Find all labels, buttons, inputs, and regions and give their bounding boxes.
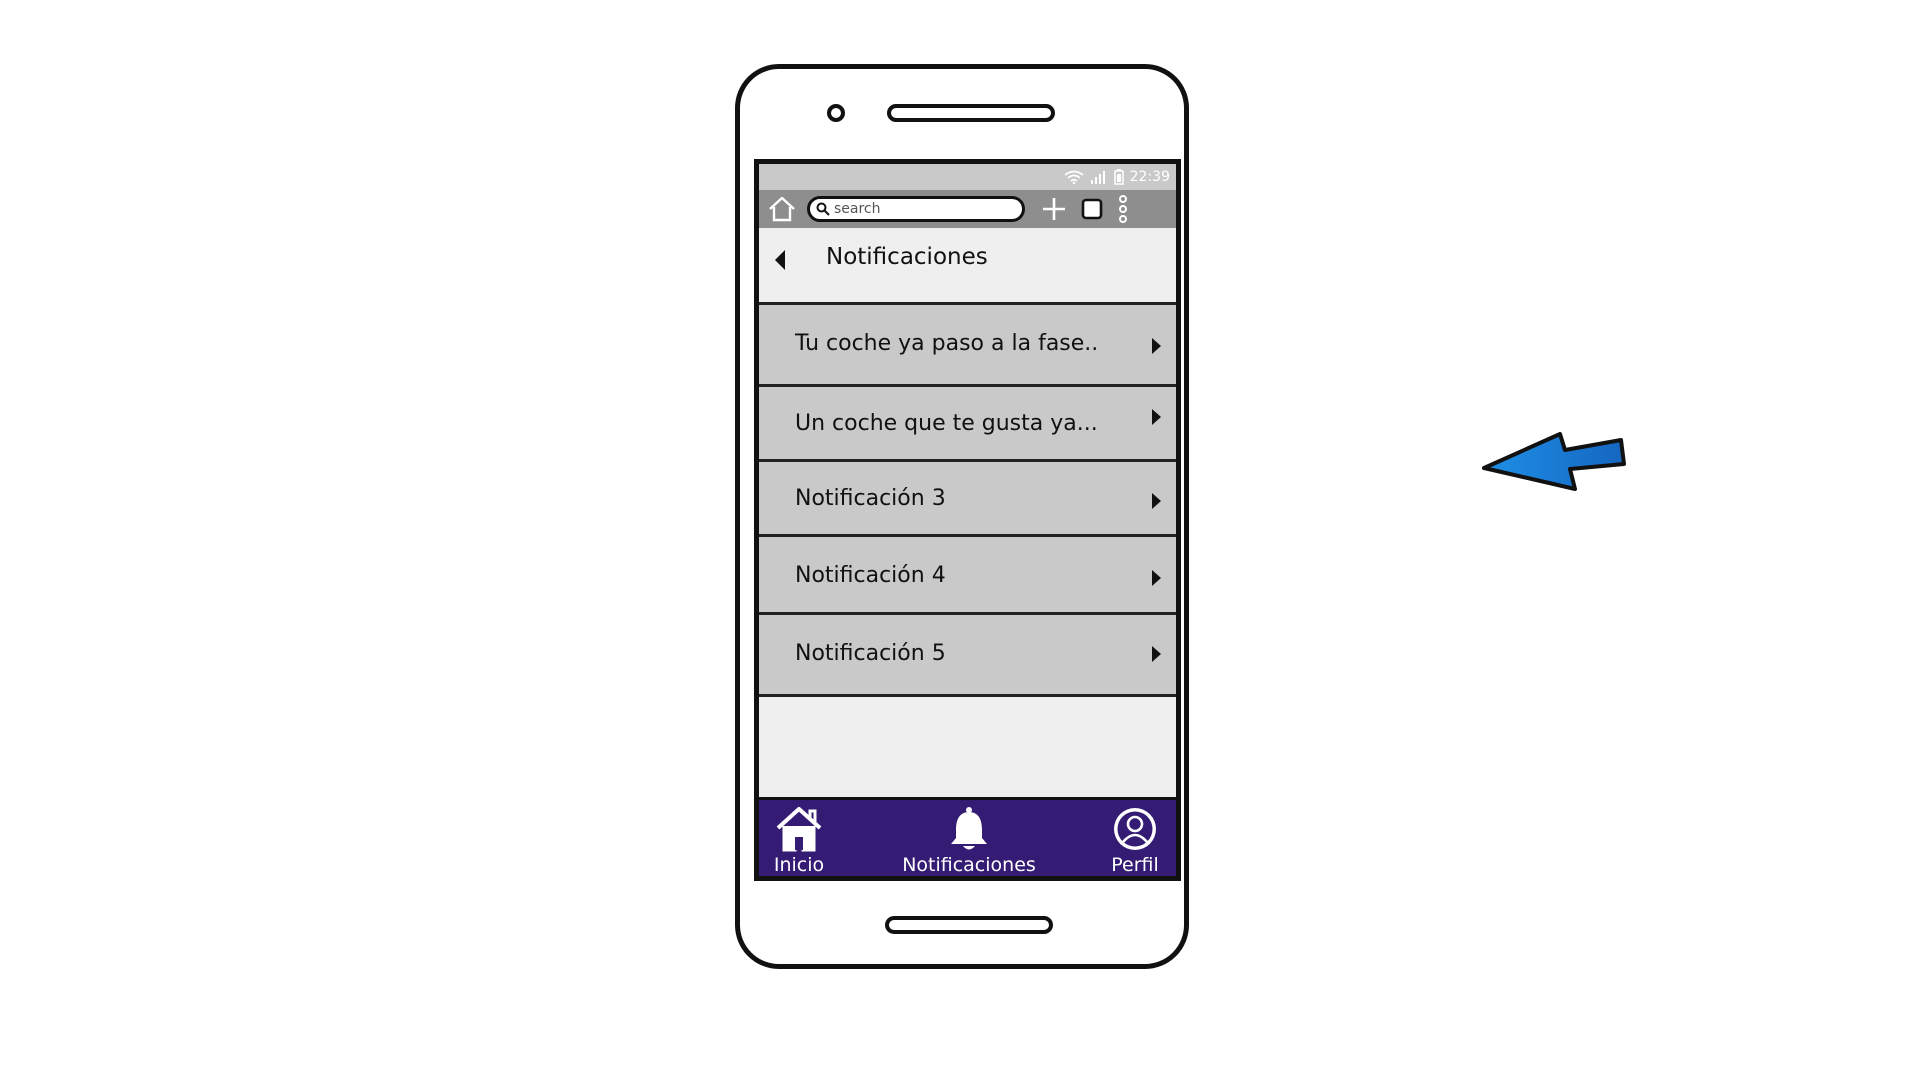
bottom-navigation: Inicio Notificaciones Perfil bbox=[759, 797, 1176, 876]
notification-label: Notificación 5 bbox=[795, 641, 946, 666]
page-title: Notificaciones bbox=[826, 244, 988, 270]
hardware-home-button[interactable] bbox=[885, 916, 1053, 934]
notification-item[interactable]: Un coche que te gusta ya... bbox=[759, 384, 1176, 462]
chevron-right-icon bbox=[1152, 338, 1161, 354]
more-vertical-icon bbox=[1119, 195, 1127, 223]
nav-item-notificaciones[interactable]: Notificaciones bbox=[894, 800, 1044, 876]
home-icon bbox=[769, 196, 795, 222]
search-input[interactable] bbox=[830, 201, 1004, 217]
browser-toolbar bbox=[759, 190, 1176, 228]
browser-search-box[interactable] bbox=[807, 196, 1025, 222]
status-time: 22:39 bbox=[1129, 169, 1170, 185]
notification-label: Notificación 4 bbox=[795, 563, 946, 588]
user-circle-icon bbox=[1114, 808, 1156, 850]
back-triangle-icon bbox=[775, 250, 785, 270]
notification-item[interactable]: Notificación 5 bbox=[759, 612, 1176, 697]
speaker-slot bbox=[887, 104, 1055, 122]
notification-label: Tu coche ya paso a la fase.. bbox=[795, 331, 1099, 356]
camera-icon bbox=[827, 104, 845, 122]
back-button[interactable] bbox=[771, 248, 791, 272]
browser-home-button[interactable] bbox=[759, 190, 805, 228]
tabs-icon bbox=[1081, 198, 1103, 220]
chevron-right-icon bbox=[1152, 493, 1161, 509]
canvas: 22:39 search Notificaciones Tu coche ya … bbox=[0, 0, 1920, 1080]
nav-item-inicio[interactable]: Inicio bbox=[767, 800, 831, 876]
chevron-right-icon bbox=[1152, 646, 1161, 662]
chevron-right-icon bbox=[1152, 570, 1161, 586]
phone-screen: 22:39 search Notificaciones Tu coche ya … bbox=[754, 159, 1181, 881]
new-tab-button[interactable] bbox=[1035, 190, 1073, 228]
notification-item[interactable]: Tu coche ya paso a la fase.. bbox=[759, 302, 1176, 387]
status-bar: 22:39 bbox=[759, 164, 1176, 190]
notification-label: Un coche que te gusta ya... bbox=[795, 411, 1098, 436]
nav-label: Notificaciones bbox=[902, 854, 1036, 876]
bell-icon bbox=[951, 807, 987, 850]
chevron-right-icon bbox=[1152, 409, 1161, 425]
signal-icon bbox=[1090, 170, 1108, 184]
page-header: Notificaciones bbox=[759, 228, 1176, 302]
browser-menu-button[interactable] bbox=[1111, 190, 1135, 228]
wifi-icon bbox=[1064, 170, 1084, 184]
pointer-arrow-icon bbox=[1482, 432, 1626, 491]
notification-item[interactable]: Notificación 3 bbox=[759, 459, 1176, 537]
search-icon bbox=[816, 202, 830, 216]
house-icon bbox=[776, 807, 822, 852]
notification-label: Notificación 3 bbox=[795, 486, 946, 511]
plus-icon bbox=[1043, 198, 1065, 220]
tabs-button[interactable] bbox=[1073, 190, 1111, 228]
notification-item[interactable]: Notificación 4 bbox=[759, 534, 1176, 615]
nav-label: Perfil bbox=[1111, 854, 1159, 876]
battery-icon bbox=[1113, 169, 1124, 185]
nav-item-perfil[interactable]: Perfil bbox=[1103, 800, 1167, 876]
nav-label: Inicio bbox=[773, 854, 825, 876]
